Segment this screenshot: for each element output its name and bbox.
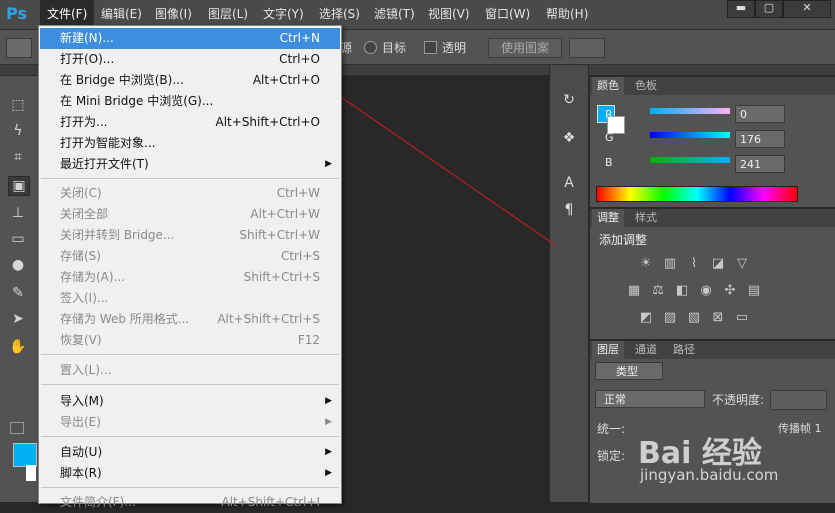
- submenu-arrow-icon: ▶: [325, 396, 332, 406]
- menu-separator: [41, 436, 339, 437]
- menu-open-smart-object[interactable]: 打开为智能对象...: [40, 133, 340, 154]
- menu-import[interactable]: 导入(M) ▶: [40, 391, 340, 412]
- baidu-watermark-url: jingyan.baidu.com: [640, 466, 779, 484]
- menu-browse-mini-bridge[interactable]: 在 Mini Bridge 中浏览(G)...: [40, 91, 340, 112]
- menu-close[interactable]: 关闭(C) Ctrl+W: [40, 183, 340, 204]
- menu-open[interactable]: 打开(O)... Ctrl+O: [40, 49, 340, 70]
- menu-separator: [41, 487, 339, 488]
- menu-separator: [41, 354, 339, 355]
- menu-open-as[interactable]: 打开为... Alt+Shift+Ctrl+O: [40, 112, 340, 133]
- menu-browse-bridge[interactable]: 在 Bridge 中浏览(B)... Alt+Ctrl+O: [40, 70, 340, 91]
- menu-separator: [41, 178, 339, 179]
- submenu-arrow-icon: ▶: [325, 468, 332, 478]
- menu-export[interactable]: 导出(E) ▶: [40, 412, 340, 433]
- menu-scripts[interactable]: 脚本(R) ▶: [40, 463, 340, 484]
- menu-close-all[interactable]: 关闭全部 Alt+Ctrl+W: [40, 204, 340, 225]
- submenu-arrow-icon: ▶: [325, 159, 332, 169]
- menu-save-for-web[interactable]: 存储为 Web 所用格式... Alt+Shift+Ctrl+S: [40, 309, 340, 330]
- menu-revert[interactable]: 恢复(V) F12: [40, 330, 340, 351]
- menu-save[interactable]: 存储(S) Ctrl+S: [40, 246, 340, 267]
- menu-close-go-bridge[interactable]: 关闭并转到 Bridge... Shift+Ctrl+W: [40, 225, 340, 246]
- menu-check-in[interactable]: 签入(I)...: [40, 288, 340, 309]
- menu-recent-files[interactable]: 最近打开文件(T) ▶: [40, 154, 340, 175]
- menu-place[interactable]: 置入(L)...: [40, 360, 340, 381]
- menu-file-info[interactable]: 文件简介(F)... Alt+Shift+Ctrl+I: [40, 492, 340, 513]
- menu-automate[interactable]: 自动(U) ▶: [40, 442, 340, 463]
- file-menu-dropdown: 新建(N)... Ctrl+N 打开(O)... Ctrl+O 在 Bridge 中…: [38, 25, 342, 509]
- menu-save-as[interactable]: 存储为(A)... Shift+Ctrl+S: [40, 267, 340, 288]
- menu-new[interactable]: 新建(N)... Ctrl+N: [40, 28, 340, 49]
- submenu-arrow-icon: ▶: [325, 417, 332, 427]
- submenu-arrow-icon: ▶: [325, 447, 332, 457]
- menu-separator: [41, 384, 339, 385]
